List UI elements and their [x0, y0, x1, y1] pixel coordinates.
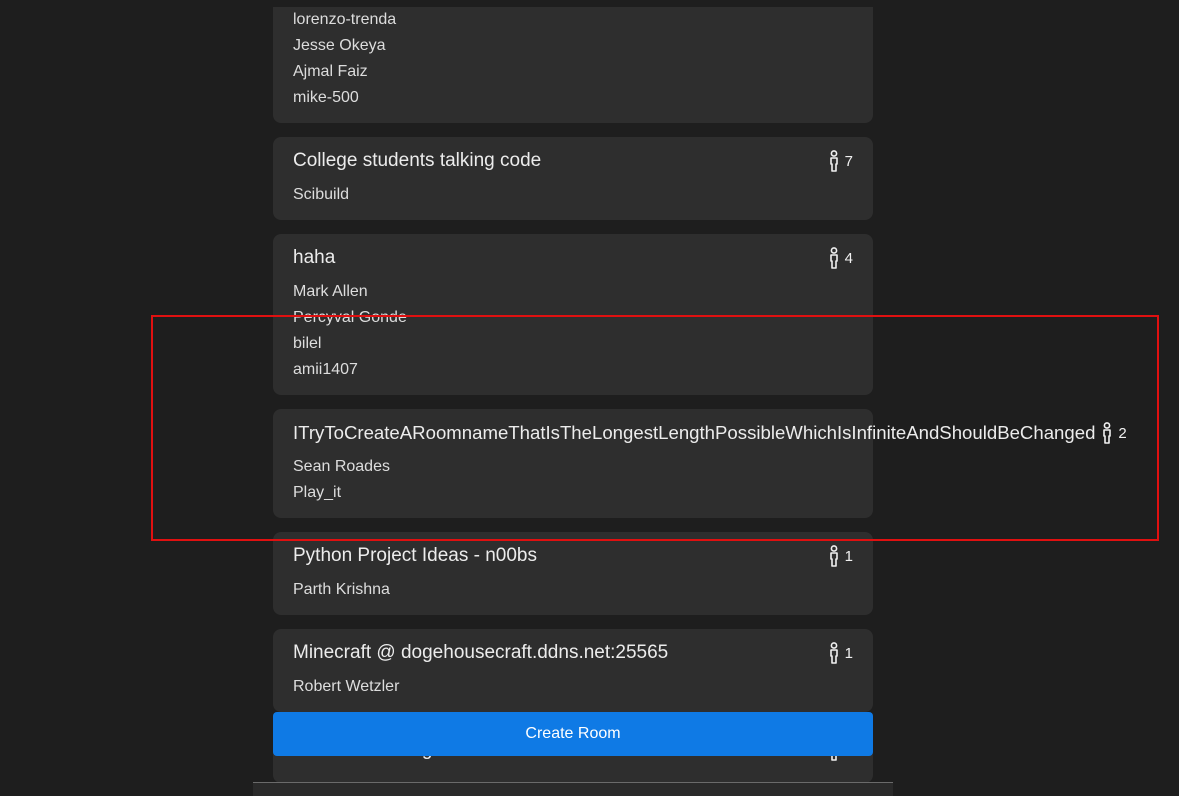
room-title: Minecraft @ dogehousecraft.ddns.net:2556… — [293, 642, 669, 663]
person-icon — [829, 150, 838, 172]
room-header: haha 4 — [293, 247, 853, 269]
room-title: Python Project Ideas - n00bs — [293, 545, 537, 566]
create-room-button[interactable]: Create Room — [273, 712, 873, 756]
room-member: amii1407 — [293, 361, 358, 378]
room-title: haha — [293, 247, 336, 268]
room-member: mike-500 — [293, 89, 359, 106]
room-member: Parth Krishna — [293, 581, 390, 598]
room-list[interactable]: lorenzo-trenda Jesse Okeya Ajmal Faiz mi… — [273, 0, 1127, 796]
member-count: 1 — [828, 545, 853, 567]
person-icon — [829, 642, 838, 664]
room-member: Scibuild — [293, 186, 350, 203]
member-count: 7 — [828, 150, 853, 172]
room-header: ITryToCreateARoomnameThatIsTheLongestLen… — [293, 422, 1127, 444]
member-count-value: 7 — [844, 152, 853, 170]
room-member: lorenzo-trenda — [293, 11, 397, 28]
room-card[interactable]: haha 4 Mark Allen Percyval Gonde bilel a… — [273, 234, 873, 395]
member-count: 1 — [828, 642, 853, 664]
person-icon — [829, 545, 838, 567]
person-icon — [1103, 422, 1112, 444]
member-count-value: 1 — [844, 644, 853, 662]
room-header: College students talking code 7 — [293, 150, 853, 172]
room-member: Ajmal Faiz — [293, 63, 368, 80]
person-icon — [829, 247, 838, 269]
room-card[interactable]: lorenzo-trenda Jesse Okeya Ajmal Faiz mi… — [273, 7, 873, 123]
app-viewport: lorenzo-trenda Jesse Okeya Ajmal Faiz mi… — [0, 0, 1179, 796]
room-member: Jesse Okeya — [293, 37, 386, 54]
room-card[interactable]: Minecraft @ dogehousecraft.ddns.net:2556… — [273, 629, 873, 712]
room-header: Python Project Ideas - n00bs 1 — [293, 545, 853, 567]
member-count-value: 2 — [1118, 424, 1127, 442]
room-card[interactable]: Python Project Ideas - n00bs 1 Parth Kri… — [273, 532, 873, 615]
room-member: Percyval Gonde — [293, 309, 407, 326]
bottom-bar — [253, 783, 893, 796]
room-member: bilel — [293, 335, 322, 352]
room-member: Play_it — [293, 484, 342, 501]
room-member: Sean Roades — [293, 458, 390, 475]
room-member: Mark Allen — [293, 283, 368, 300]
room-card[interactable]: ITryToCreateARoomnameThatIsTheLongestLen… — [273, 409, 1127, 518]
member-count-value: 4 — [844, 249, 853, 267]
room-title: ITryToCreateARoomnameThatIsTheLongestLen… — [293, 422, 1096, 443]
room-title: College students talking code — [293, 150, 542, 171]
room-member: Robert Wetzler — [293, 678, 400, 695]
room-header: Minecraft @ dogehousecraft.ddns.net:2556… — [293, 642, 853, 664]
member-count: 4 — [828, 247, 853, 269]
member-count: 2 — [1101, 422, 1127, 444]
room-card[interactable]: College students talking code 7 Scibuild — [273, 137, 873, 220]
member-count-value: 1 — [844, 547, 853, 565]
